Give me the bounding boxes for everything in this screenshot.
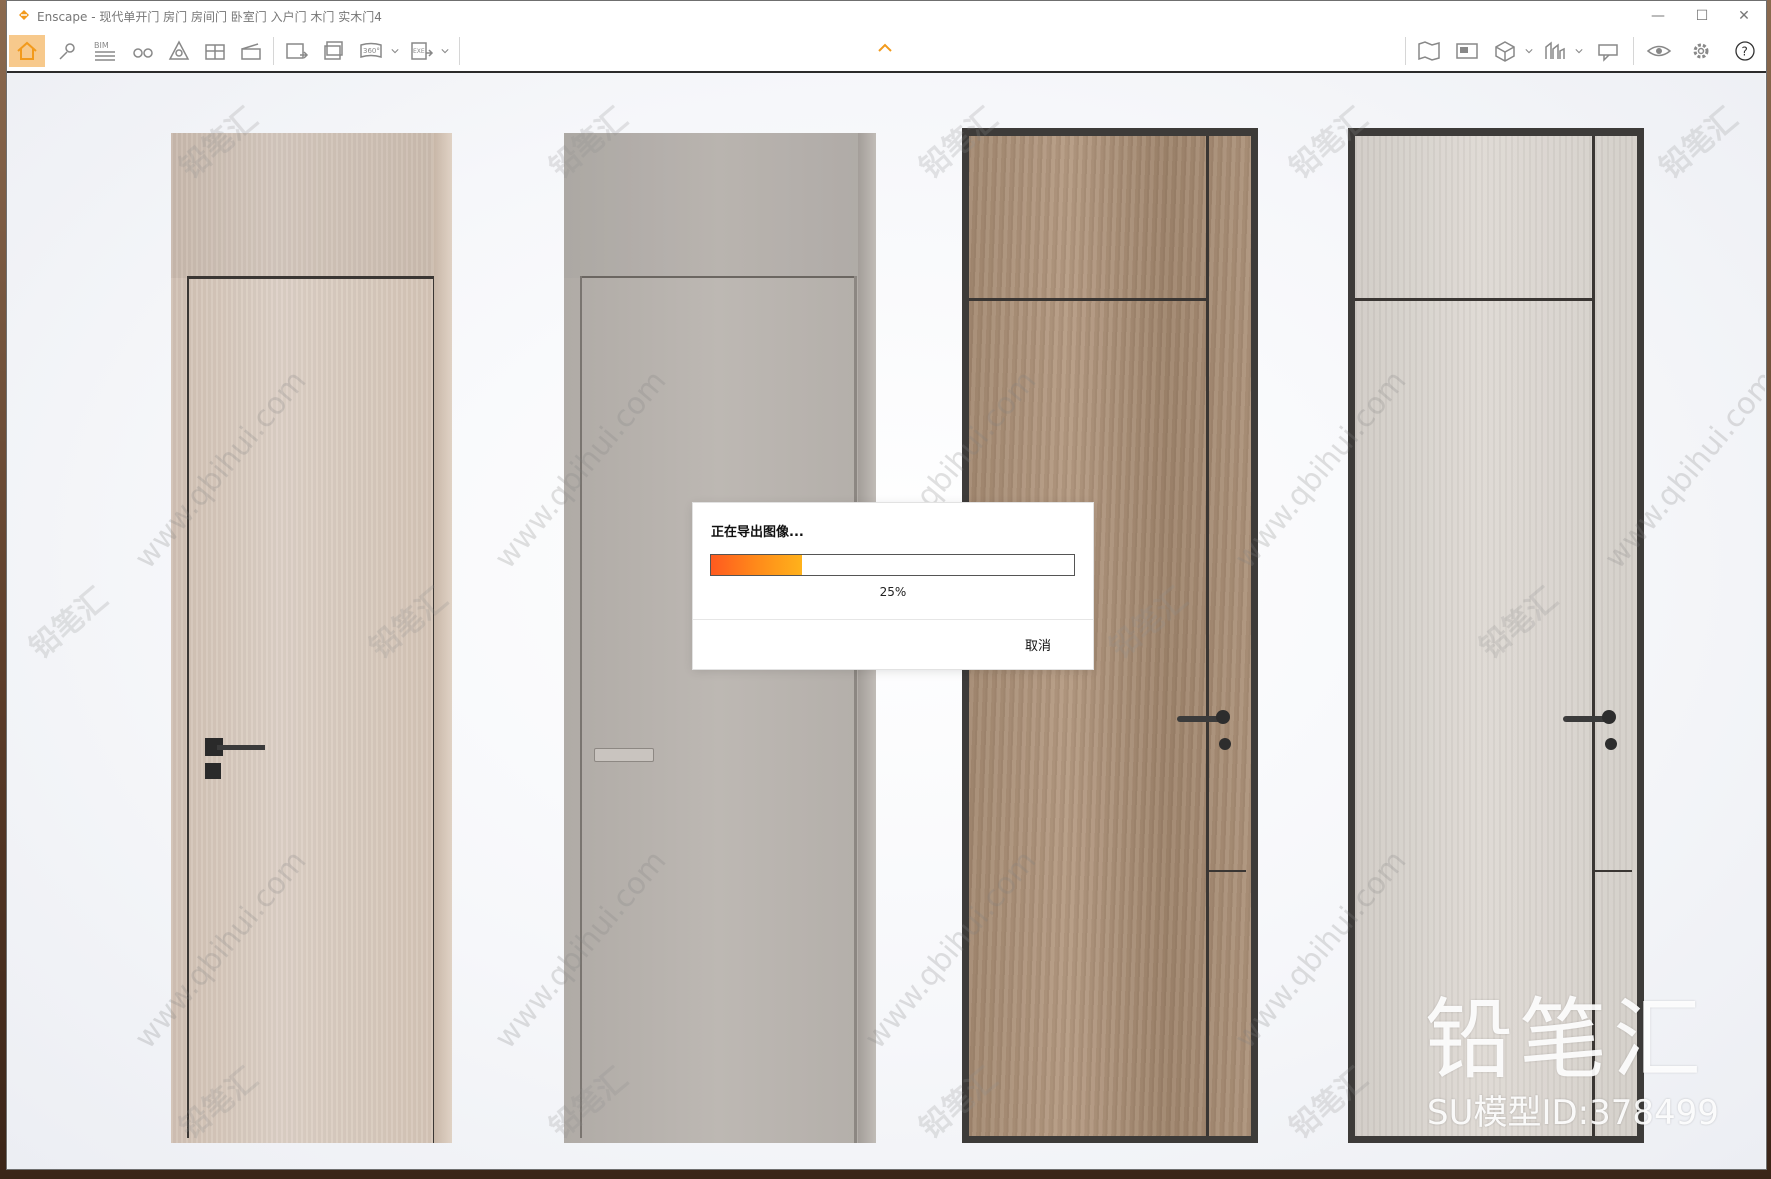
export-dropdown[interactable] bbox=[439, 35, 451, 67]
binoculars-icon bbox=[133, 48, 153, 58]
screenshot-button[interactable] bbox=[279, 35, 315, 67]
asset-library-icon bbox=[205, 44, 225, 60]
watermark-text: 铅笔汇 bbox=[1653, 101, 1745, 186]
panorama-icon: 360° bbox=[360, 42, 382, 59]
help-button[interactable]: ? bbox=[1727, 35, 1763, 67]
export-progress-dialog: 正在导出图像... 25% 取消 bbox=[693, 503, 1093, 669]
progress-fill bbox=[711, 555, 802, 575]
objects-button[interactable] bbox=[1487, 35, 1523, 67]
window-title: Enscape - 现代单开门 房门 房间门 卧室门 入户门 木门 实木门4 bbox=[37, 10, 382, 24]
brand-watermark: 铅笔汇 bbox=[1425, 988, 1708, 1091]
home-button[interactable] bbox=[9, 35, 45, 67]
svg-text:?: ? bbox=[1742, 45, 1748, 59]
screenshot-icon bbox=[286, 43, 309, 59]
collaborative-annotation-button[interactable] bbox=[1591, 35, 1627, 67]
atmosphere-button[interactable] bbox=[161, 35, 197, 67]
visual-settings-button[interactable] bbox=[1641, 35, 1677, 67]
map-button[interactable] bbox=[1411, 35, 1447, 67]
minimize-button[interactable]: — bbox=[1643, 5, 1673, 27]
svg-text:BIM: BIM bbox=[94, 41, 109, 50]
home-icon bbox=[17, 41, 37, 60]
annotation-icon bbox=[1598, 44, 1618, 62]
general-settings-button[interactable] bbox=[1683, 35, 1719, 67]
panorama-dropdown[interactable] bbox=[389, 35, 401, 67]
location-button[interactable] bbox=[49, 35, 85, 67]
watermark-text: 铅笔汇 bbox=[23, 581, 115, 666]
video-editor-button[interactable] bbox=[233, 35, 269, 67]
toolbar-separator bbox=[273, 37, 274, 65]
site-context-dropdown[interactable] bbox=[1573, 35, 1585, 67]
cube-icon bbox=[1495, 41, 1515, 62]
eye-icon bbox=[1646, 45, 1672, 57]
chevron-down-icon bbox=[1575, 49, 1583, 54]
map-icon bbox=[1418, 41, 1440, 61]
enscape-window: Enscape - 现代单开门 房门 房间门 卧室门 入户门 木门 实木门4 —… bbox=[6, 0, 1767, 1170]
toolbar-separator bbox=[1633, 37, 1634, 65]
chevron-down-icon bbox=[391, 49, 399, 54]
help-icon: ? bbox=[1735, 41, 1755, 61]
dialog-title: 正在导出图像... bbox=[711, 525, 804, 540]
bim-button[interactable]: BIM bbox=[87, 35, 123, 67]
site-context-icon bbox=[1545, 41, 1565, 59]
dialog-divider bbox=[693, 619, 1093, 620]
views-button[interactable] bbox=[125, 35, 161, 67]
clapperboard-icon bbox=[241, 43, 261, 60]
asset-library-button[interactable] bbox=[197, 35, 233, 67]
panorama-button[interactable]: 360° bbox=[353, 35, 389, 67]
view-management-icon bbox=[1456, 43, 1478, 59]
batch-render-button[interactable] bbox=[317, 35, 353, 67]
title-bar: Enscape - 现代单开门 房门 房间门 卧室门 入户门 木门 实木门4 —… bbox=[7, 1, 1766, 31]
door-pull-handle bbox=[594, 748, 654, 762]
export-exe-button[interactable]: EXE bbox=[403, 35, 439, 67]
door-light-wood bbox=[171, 133, 452, 1143]
objects-dropdown[interactable] bbox=[1523, 35, 1535, 67]
chevron-down-icon bbox=[1525, 49, 1533, 54]
maximize-button[interactable]: ☐ bbox=[1687, 5, 1717, 27]
collapse-toolbar-chevron-icon[interactable] bbox=[877, 41, 893, 55]
export-progress-bar bbox=[710, 554, 1075, 576]
atmosphere-icon bbox=[168, 40, 190, 60]
batch-render-icon bbox=[324, 41, 343, 60]
model-id-label: SU模型ID:378499 bbox=[1427, 1093, 1719, 1133]
view-management-button[interactable] bbox=[1449, 35, 1485, 67]
toolbar-separator bbox=[1405, 37, 1406, 65]
svg-text:EXE: EXE bbox=[413, 48, 425, 55]
map-pin-icon bbox=[59, 43, 75, 60]
toolbar-separator bbox=[459, 37, 460, 65]
site-context-button[interactable] bbox=[1537, 35, 1573, 67]
exe-export-icon: EXE bbox=[411, 42, 434, 60]
enscape-logo-icon bbox=[19, 10, 29, 20]
close-button[interactable]: ✕ bbox=[1729, 5, 1759, 27]
svg-text:360°: 360° bbox=[363, 47, 380, 55]
progress-percent-label: 25% bbox=[879, 585, 907, 599]
chevron-down-icon bbox=[441, 49, 449, 54]
gear-icon bbox=[1693, 43, 1709, 59]
cancel-button[interactable]: 取消 bbox=[1003, 631, 1073, 657]
bim-icon: BIM bbox=[94, 41, 115, 61]
